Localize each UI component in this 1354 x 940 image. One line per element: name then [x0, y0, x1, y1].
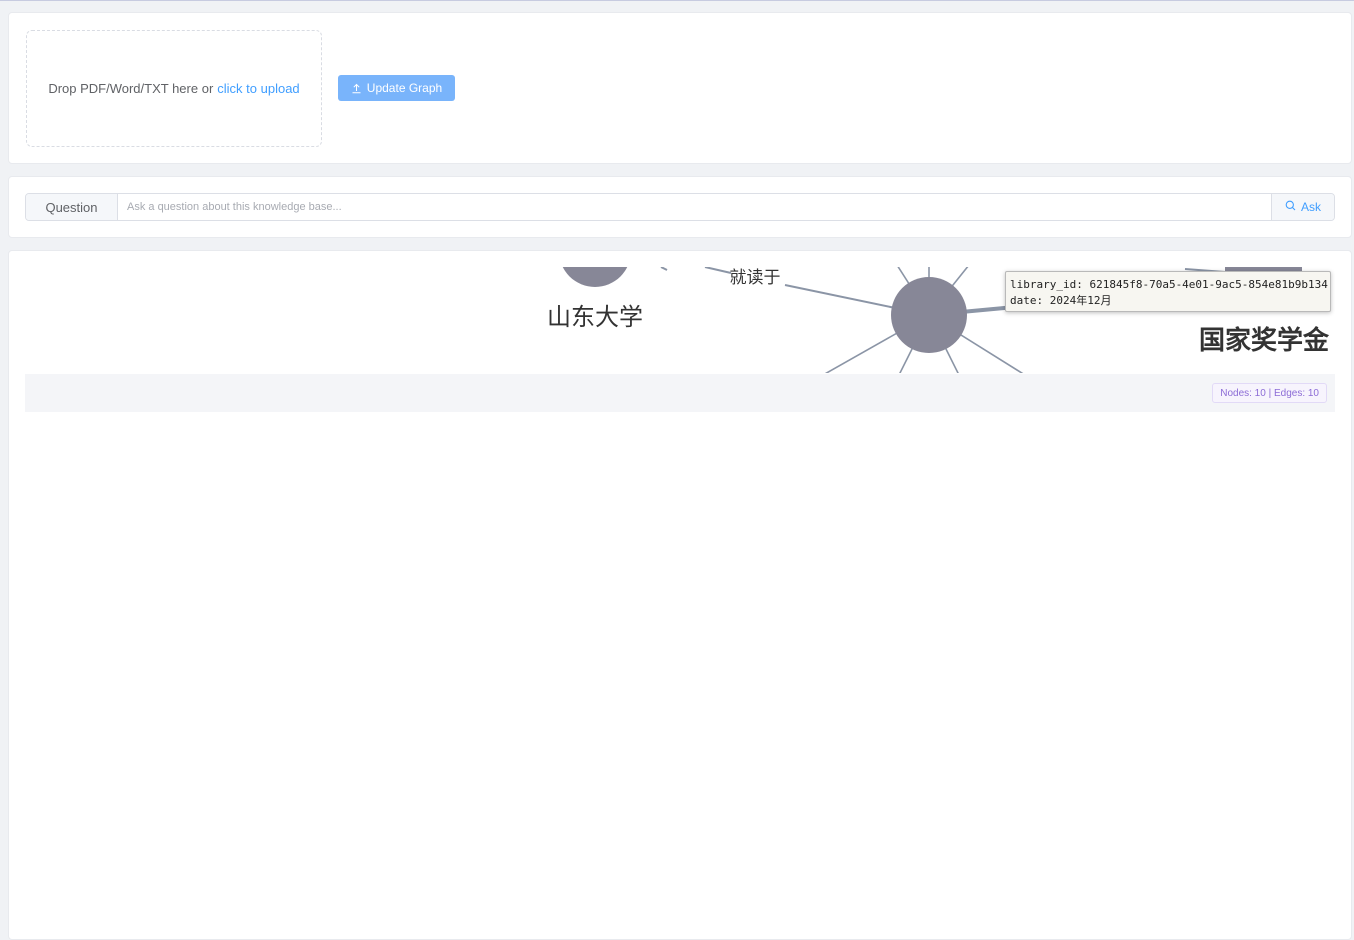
- node-label-shandong-university: 山东大学: [547, 303, 643, 331]
- update-graph-button[interactable]: Update Graph: [338, 75, 455, 101]
- question-input-group: Question Ask: [25, 193, 1335, 221]
- knowledge-graph-canvas[interactable]: 山东大学 国家奖学金 就读于 library_id: 621845f8-70a5…: [25, 267, 1335, 373]
- graph-panel: 山东大学 国家奖学金 就读于 library_id: 621845f8-70a5…: [8, 250, 1352, 940]
- top-border: [0, 0, 1354, 1]
- upload-dropzone[interactable]: Drop PDF/Word/TXT here or click to uploa…: [26, 30, 322, 147]
- edge-label-attends: 就读于: [730, 268, 781, 288]
- ask-label: Ask: [1300, 200, 1321, 214]
- node-label-national-scholarship: 国家奖学金: [1199, 325, 1330, 356]
- question-panel: Question Ask: [8, 176, 1352, 238]
- graph-status-bar: Nodes: 10 | Edges: 10: [25, 374, 1335, 412]
- question-label: Question: [26, 194, 118, 220]
- click-to-upload-link[interactable]: click to upload: [217, 81, 299, 96]
- ask-button[interactable]: Ask: [1271, 194, 1334, 220]
- search-icon: [1285, 200, 1296, 214]
- upload-icon: [351, 83, 362, 94]
- upload-panel: Drop PDF/Word/TXT here or click to uploa…: [8, 12, 1352, 164]
- graph-node[interactable]: [891, 277, 967, 353]
- graph-stats-badge: Nodes: 10 | Edges: 10: [1212, 383, 1327, 403]
- update-graph-label: Update Graph: [366, 81, 443, 95]
- dropzone-text: Drop PDF/Word/TXT here or: [48, 81, 214, 96]
- tooltip-date: date: 2024年12月: [1010, 294, 1112, 307]
- graph-edge: [704, 267, 732, 274]
- graph-edge: [660, 267, 668, 271]
- node-tooltip: library_id: 621845f8-70a5-4e01-9ac5-854e…: [1005, 271, 1331, 312]
- tooltip-library-id: library_id: 621845f8-70a5-4e01-9ac5-854e…: [1010, 278, 1328, 291]
- question-input[interactable]: [118, 194, 1271, 220]
- graph-node[interactable]: [559, 267, 631, 287]
